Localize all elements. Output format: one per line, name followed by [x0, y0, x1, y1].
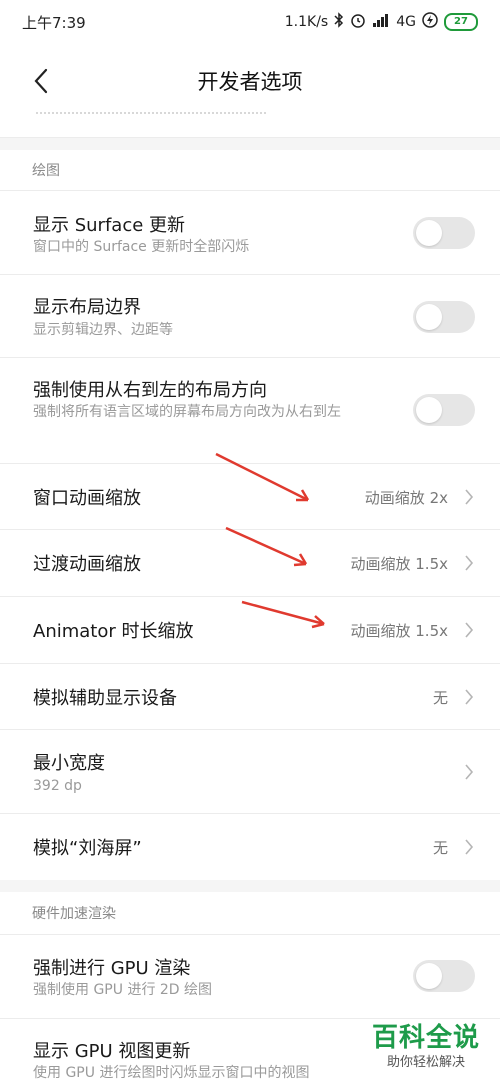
- setting-row-show-surface-updates[interactable]: 显示 Surface 更新 窗口中的 Surface 更新时全部闪烁: [0, 191, 500, 275]
- row-title: 强制使用从右到左的布局方向: [33, 380, 267, 401]
- chevron-right-icon: [464, 621, 474, 639]
- setting-row-force-gpu-rendering[interactable]: 强制进行 GPU 渲染 强制使用 GPU 进行 2D 绘图: [0, 935, 500, 1019]
- row-title: 模拟辅助显示设备: [33, 688, 177, 709]
- chevron-right-icon: [464, 838, 474, 856]
- row-title: 窗口动画缩放: [33, 488, 141, 509]
- row-value: 动画缩放 2x: [364, 489, 448, 507]
- row-value: 动画缩放 1.5x: [350, 622, 448, 640]
- network-type: 4G: [396, 14, 416, 30]
- signal-icon: [372, 13, 390, 31]
- bluetooth-icon: [334, 12, 344, 32]
- app-header: 开发者选项: [0, 44, 500, 118]
- row-title: 显示 GPU 视图更新: [33, 1041, 191, 1062]
- watermark-logo: 百科全说 助你轻松解决: [366, 1022, 486, 1072]
- partial-row-divider: [0, 112, 500, 138]
- toggle-knob: [416, 963, 442, 989]
- setting-row-simulate-notch[interactable]: 模拟“刘海屏” 无: [0, 814, 500, 880]
- row-title: 显示布局边界: [33, 297, 141, 318]
- chevron-right-icon: [464, 488, 474, 506]
- row-value: 无: [432, 839, 448, 857]
- section-label-hardware-rendering: 硬件加速渲染: [32, 906, 116, 922]
- row-subtitle: 强制将所有语言区域的屏幕布局方向改为从右到左: [33, 404, 341, 420]
- chevron-right-icon: [464, 763, 474, 781]
- row-title: 强制进行 GPU 渲染: [33, 958, 191, 979]
- section-gap: [0, 138, 500, 150]
- charging-icon: [422, 12, 438, 32]
- partial-row-text: [36, 112, 266, 120]
- row-subtitle: 显示剪辑边界、边距等: [33, 322, 173, 338]
- status-time: 上午7:39: [22, 13, 86, 32]
- section-label-drawing: 绘图: [32, 163, 60, 179]
- toggle-knob: [416, 220, 442, 246]
- row-value: 动画缩放 1.5x: [350, 555, 448, 573]
- setting-row-smallest-width[interactable]: 最小宽度 392 dp: [0, 730, 500, 814]
- page-title: 开发者选项: [197, 70, 303, 94]
- battery-icon: 27: [444, 13, 478, 31]
- net-speed: 1.1K/s: [284, 14, 329, 30]
- row-title: 模拟“刘海屏”: [33, 838, 142, 859]
- toggle-knob: [416, 304, 442, 330]
- chevron-left-icon[interactable]: [30, 66, 54, 96]
- status-icons: 1.1K/s 4G 27: [285, 12, 478, 32]
- row-title: 过渡动画缩放: [33, 554, 141, 575]
- row-subtitle: 强制使用 GPU 进行 2D 绘图: [33, 982, 213, 998]
- row-subtitle: 窗口中的 Surface 更新时全部闪烁: [33, 239, 250, 255]
- annotation-arrow-3: [241, 600, 325, 629]
- watermark-main-text: 百科全说: [371, 1023, 480, 1053]
- row-title: 显示 Surface 更新: [33, 215, 186, 236]
- status-bar: 上午7:39 1.1K/s 4G 27: [0, 0, 500, 44]
- chevron-right-icon: [464, 554, 474, 572]
- toggle-switch-rtl[interactable]: [413, 394, 475, 426]
- row-subtitle: 使用 GPU 进行绘图时闪烁显示窗口中的视图: [33, 1065, 310, 1081]
- toggle-knob: [416, 397, 442, 423]
- toggle-switch-force-gpu[interactable]: [413, 960, 475, 992]
- row-value: 无: [432, 689, 448, 707]
- row-title: 最小宽度: [33, 753, 105, 774]
- chevron-right-icon: [464, 688, 474, 706]
- annotation-arrow-2: [225, 526, 308, 567]
- toggle-switch-surface[interactable]: [413, 217, 475, 249]
- setting-row-simulate-secondary-display[interactable]: 模拟辅助显示设备 无: [0, 664, 500, 730]
- alarm-icon: [350, 12, 366, 32]
- row-title: Animator 时长缩放: [33, 621, 194, 642]
- watermark-sub-text: 助你轻松解决: [386, 1055, 465, 1070]
- toggle-switch-layout-bounds[interactable]: [413, 301, 475, 333]
- row-subtitle: 392 dp: [33, 778, 82, 794]
- setting-row-show-layout-bounds[interactable]: 显示布局边界 显示剪辑边界、边距等: [0, 275, 500, 358]
- annotation-arrow-1: [215, 452, 310, 502]
- section-gap: [0, 880, 500, 892]
